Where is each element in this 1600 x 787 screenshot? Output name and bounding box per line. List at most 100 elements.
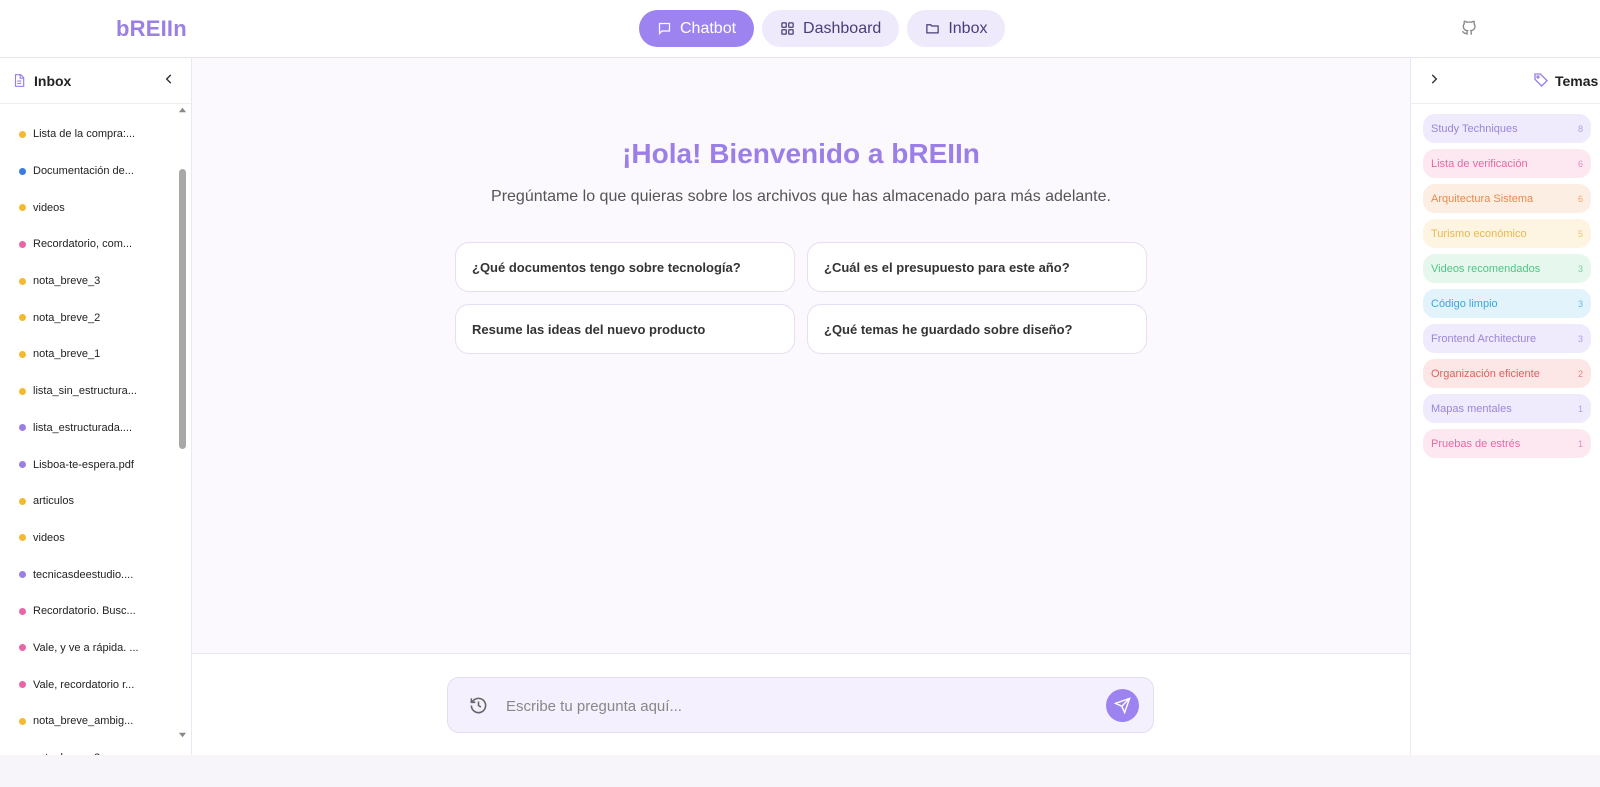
topic-label: Turismo económico xyxy=(1431,227,1527,240)
topic-count: 3 xyxy=(1577,333,1583,344)
inbox-file-item[interactable]: tecnicasdeestudio.... xyxy=(0,556,176,593)
topic-chip[interactable]: Organización eficiente 2 xyxy=(1423,359,1591,388)
inbox-file-item[interactable]: nota_breve_2 xyxy=(0,740,176,756)
topic-count: 1 xyxy=(1577,403,1583,414)
topics-sidebar-header: Temas xyxy=(1411,58,1600,104)
inbox-file-item[interactable]: articulos xyxy=(0,483,176,520)
topic-count: 3 xyxy=(1577,298,1583,309)
status-dot xyxy=(19,204,26,212)
nav-inbox-label: Inbox xyxy=(948,19,988,37)
suggestion-button[interactable]: ¿Qué temas he guardado sobre diseño? xyxy=(807,304,1147,354)
status-dot xyxy=(19,644,26,652)
topic-chip[interactable]: Lista de verificación 6 xyxy=(1423,149,1591,178)
topic-label: Mapas mentales xyxy=(1431,402,1512,415)
topic-chip[interactable]: Study Techniques 8 xyxy=(1423,114,1591,143)
nav-dashboard-label: Dashboard xyxy=(803,19,882,37)
chevron-right-icon[interactable] xyxy=(1427,72,1441,86)
inbox-file-item[interactable]: nota_breve_1 xyxy=(0,336,176,373)
topic-count: 6 xyxy=(1577,193,1583,204)
topic-label: Frontend Architecture xyxy=(1431,332,1537,345)
inbox-file-item[interactable]: Lista de la compra:... xyxy=(0,116,176,153)
github-icon[interactable] xyxy=(1460,18,1478,38)
status-dot xyxy=(19,314,26,322)
inbox-file-label: videos xyxy=(33,531,65,544)
status-dot xyxy=(19,350,26,358)
inbox-file-item[interactable]: Recordatorio, com... xyxy=(0,226,176,263)
inbox-file-item[interactable]: videos xyxy=(0,189,176,226)
topic-label: Arquitectura Sistema xyxy=(1431,192,1534,205)
welcome-subtitle: Pregúntame lo que quieras sobre los arch… xyxy=(491,188,1111,205)
inbox-file-item[interactable]: nota_breve_2 xyxy=(0,299,176,336)
inbox-file-label: Recordatorio, com... xyxy=(33,238,133,251)
send-button[interactable] xyxy=(1106,689,1139,722)
composer-area xyxy=(192,654,1410,755)
topic-count: 8 xyxy=(1577,123,1583,134)
bottom-bar xyxy=(0,755,1600,787)
welcome-heading: ¡Hola! Bienvenido a bREIIn xyxy=(622,138,980,169)
topic-chip[interactable]: Código limpio 3 xyxy=(1423,289,1591,318)
nav-inbox-button[interactable]: Inbox xyxy=(907,10,1006,47)
topic-count: 6 xyxy=(1577,158,1583,169)
status-dot xyxy=(19,571,26,579)
inbox-file-label: tecnicasdeestudio.... xyxy=(33,568,134,581)
scroll-down-icon[interactable] xyxy=(178,730,187,739)
status-dot xyxy=(19,130,26,138)
inbox-file-item[interactable]: Documentación de... xyxy=(0,153,176,190)
inbox-file-item[interactable]: Lisboa-te-espera.pdf xyxy=(0,446,176,483)
inbox-file-label: Documentación de... xyxy=(33,165,134,178)
topic-count: 5 xyxy=(1577,228,1583,239)
inbox-file-label: Vale, recordatorio r... xyxy=(33,678,135,691)
inbox-sidebar-title: Inbox xyxy=(34,72,72,89)
topic-label: Videos recomendados xyxy=(1431,262,1541,275)
topic-chip[interactable]: Pruebas de estrés 1 xyxy=(1423,429,1591,458)
topic-label: Código limpio xyxy=(1431,297,1498,310)
inbox-file-label: articulos xyxy=(33,495,74,508)
scroll-thumb[interactable] xyxy=(179,169,186,449)
inbox-file-label: lista_sin_estructura... xyxy=(33,385,137,398)
document-icon xyxy=(14,74,25,87)
inbox-file-label: Vale, y ve a rápida. ... xyxy=(33,641,139,654)
status-dot xyxy=(19,461,26,469)
nav-chatbot-label: Chatbot xyxy=(680,19,737,37)
inbox-file-item[interactable]: Vale, recordatorio r... xyxy=(0,666,176,703)
status-dot xyxy=(19,277,26,285)
topics-sidebar: Temas Study Techniques 8 Lista de verifica… xyxy=(1410,58,1600,755)
inbox-file-item[interactable]: nota_breve_ambig... xyxy=(0,703,176,740)
inbox-file-item[interactable]: videos xyxy=(0,520,176,557)
scroll-up-icon[interactable] xyxy=(178,106,187,115)
app-logo[interactable]: bREIIn xyxy=(116,16,187,42)
suggestion-button[interactable]: ¿Cuál es el presupuesto para este año? xyxy=(807,242,1147,292)
inbox-file-label: nota_breve_2 xyxy=(33,311,101,324)
nav-chatbot-button[interactable]: Chatbot xyxy=(639,10,755,47)
inbox-file-item[interactable]: lista_sin_estructura... xyxy=(0,373,176,410)
suggestion-button[interactable]: ¿Qué documentos tengo sobre tecnología? xyxy=(455,242,795,292)
inbox-sidebar: Inbox Lista de la compra:... Documentació… xyxy=(0,58,192,756)
send-icon xyxy=(1114,697,1131,714)
inbox-file-item[interactable]: nota_breve_3 xyxy=(0,263,176,300)
status-dot xyxy=(19,681,26,689)
inbox-file-item[interactable]: Vale, y ve a rápida. ... xyxy=(0,630,176,667)
inbox-file-item[interactable]: Recordatorio. Busc... xyxy=(0,593,176,630)
topic-list: Study Techniques 8 Lista de verificación 6 A… xyxy=(1423,114,1591,464)
status-dot xyxy=(19,607,26,615)
suggestion-button[interactable]: Resume las ideas del nuevo producto xyxy=(455,304,795,354)
chat-icon xyxy=(658,22,671,36)
topic-chip[interactable]: Frontend Architecture 3 xyxy=(1423,324,1591,353)
inbox-file-label: nota_breve_3 xyxy=(33,275,101,288)
topic-label: Study Techniques xyxy=(1431,122,1518,135)
tag-icon xyxy=(1534,73,1548,87)
history-icon[interactable] xyxy=(469,696,488,715)
chat-input[interactable] xyxy=(506,691,1086,721)
inbox-file-label: nota_breve_ambig... xyxy=(33,715,134,728)
inbox-scrollbar[interactable] xyxy=(178,106,187,751)
status-dot xyxy=(19,424,26,432)
inbox-file-item[interactable]: lista_estructurada.... xyxy=(0,410,176,447)
nav-dashboard-button[interactable]: Dashboard xyxy=(762,10,900,47)
topic-chip[interactable]: Mapas mentales 1 xyxy=(1423,394,1591,423)
chevron-left-icon[interactable] xyxy=(162,72,176,86)
suggestion-grid: ¿Qué documentos tengo sobre tecnología? … xyxy=(455,242,1147,354)
topic-label: Organización eficiente xyxy=(1431,367,1540,380)
topic-chip[interactable]: Videos recomendados 3 xyxy=(1423,254,1591,283)
topic-chip[interactable]: Turismo económico 5 xyxy=(1423,219,1591,248)
topic-chip[interactable]: Arquitectura Sistema 6 xyxy=(1423,184,1591,213)
